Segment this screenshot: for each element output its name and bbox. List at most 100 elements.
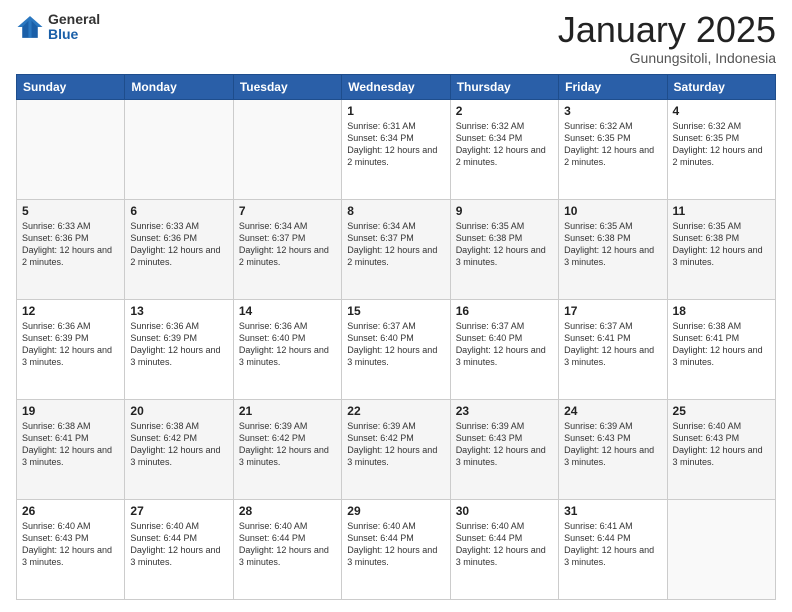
day-info: Sunrise: 6:39 AM Sunset: 6:43 PM Dayligh… [456,420,553,469]
table-row: 24 Sunrise: 6:39 AM Sunset: 6:43 PM Dayli… [559,400,667,500]
day-number: 26 [22,504,119,518]
table-row: 10 Sunrise: 6:35 AM Sunset: 6:38 PM Dayli… [559,200,667,300]
logo-icon [16,13,44,41]
table-row: 13 Sunrise: 6:36 AM Sunset: 6:39 PM Dayli… [125,300,233,400]
table-row [17,100,125,200]
calendar-table: Sunday Monday Tuesday Wednesday Thursday… [16,74,776,600]
col-monday: Monday [125,75,233,100]
day-number: 10 [564,204,661,218]
day-number: 27 [130,504,227,518]
table-row [667,500,775,600]
day-number: 25 [673,404,770,418]
day-info: Sunrise: 6:39 AM Sunset: 6:42 PM Dayligh… [239,420,336,469]
table-row: 30Sunrise: 6:40 AM Sunset: 6:44 PM Dayli… [450,500,558,600]
table-row: 19 Sunrise: 6:38 AM Sunset: 6:41 PM Dayli… [17,400,125,500]
day-number: 1 [347,104,444,118]
table-row: 18 Sunrise: 6:38 AM Sunset: 6:41 PM Dayli… [667,300,775,400]
day-info: Sunrise: 6:40 AM Sunset: 6:44 PM Dayligh… [130,520,227,569]
day-info: Sunrise: 6:34 AM Sunset: 6:37 PM Dayligh… [239,220,336,269]
table-row: 9Sunrise: 6:35 AM Sunset: 6:38 PM Daylig… [450,200,558,300]
table-row: 20Sunrise: 6:38 AM Sunset: 6:42 PM Dayli… [125,400,233,500]
day-info: Sunrise: 6:32 AM Sunset: 6:35 PM Dayligh… [564,120,661,169]
day-info: Sunrise: 6:32 AM Sunset: 6:35 PM Dayligh… [673,120,770,169]
day-number: 24 [564,404,661,418]
table-row: 27 Sunrise: 6:40 AM Sunset: 6:44 PM Dayli… [125,500,233,600]
table-row: 26 Sunrise: 6:40 AM Sunset: 6:43 PM Dayli… [17,500,125,600]
col-tuesday: Tuesday [233,75,341,100]
table-row: 8Sunrise: 6:34 AM Sunset: 6:37 PM Daylig… [342,200,450,300]
logo-general-text: General [48,12,100,27]
day-number: 6 [130,204,227,218]
calendar-week-row: 26 Sunrise: 6:40 AM Sunset: 6:43 PM Dayli… [17,500,776,600]
day-info: Sunrise: 6:40 AM Sunset: 6:43 PM Dayligh… [673,420,770,469]
day-number: 8 [347,204,444,218]
day-number: 2 [456,104,553,118]
day-number: 14 [239,304,336,318]
calendar-week-row: 19 Sunrise: 6:38 AM Sunset: 6:41 PM Dayli… [17,400,776,500]
day-info: Sunrise: 6:39 AM Sunset: 6:43 PM Dayligh… [564,420,661,469]
calendar-header-row: Sunday Monday Tuesday Wednesday Thursday… [17,75,776,100]
day-number: 22 [347,404,444,418]
day-info: Sunrise: 6:33 AM Sunset: 6:36 PM Dayligh… [22,220,119,269]
day-info: Sunrise: 6:38 AM Sunset: 6:41 PM Dayligh… [673,320,770,369]
day-info: Sunrise: 6:40 AM Sunset: 6:44 PM Dayligh… [347,520,444,569]
table-row: 21 Sunrise: 6:39 AM Sunset: 6:42 PM Dayli… [233,400,341,500]
header: General Blue January 2025 Gunungsitoli, … [16,12,776,66]
day-number: 15 [347,304,444,318]
table-row: 28 Sunrise: 6:40 AM Sunset: 6:44 PM Dayli… [233,500,341,600]
day-info: Sunrise: 6:40 AM Sunset: 6:44 PM Dayligh… [239,520,336,569]
day-info: Sunrise: 6:40 AM Sunset: 6:44 PM Dayligh… [456,520,553,569]
table-row: 23 Sunrise: 6:39 AM Sunset: 6:43 PM Dayli… [450,400,558,500]
day-info: Sunrise: 6:35 AM Sunset: 6:38 PM Dayligh… [673,220,770,269]
table-row [125,100,233,200]
logo-text: General Blue [48,12,100,43]
day-number: 18 [673,304,770,318]
day-number: 31 [564,504,661,518]
col-friday: Friday [559,75,667,100]
day-info: Sunrise: 6:31 AM Sunset: 6:34 PM Dayligh… [347,120,444,169]
day-number: 19 [22,404,119,418]
day-info: Sunrise: 6:37 AM Sunset: 6:41 PM Dayligh… [564,320,661,369]
table-row: 4 Sunrise: 6:32 AM Sunset: 6:35 PM Daylig… [667,100,775,200]
day-number: 13 [130,304,227,318]
day-info: Sunrise: 6:41 AM Sunset: 6:44 PM Dayligh… [564,520,661,569]
day-number: 21 [239,404,336,418]
day-info: Sunrise: 6:36 AM Sunset: 6:39 PM Dayligh… [130,320,227,369]
day-info: Sunrise: 6:40 AM Sunset: 6:43 PM Dayligh… [22,520,119,569]
table-row: 6 Sunrise: 6:33 AM Sunset: 6:36 PM Daylig… [125,200,233,300]
day-number: 7 [239,204,336,218]
table-row: 5Sunrise: 6:33 AM Sunset: 6:36 PM Daylig… [17,200,125,300]
day-number: 23 [456,404,553,418]
table-row: 16 Sunrise: 6:37 AM Sunset: 6:40 PM Dayli… [450,300,558,400]
day-number: 17 [564,304,661,318]
day-info: Sunrise: 6:37 AM Sunset: 6:40 PM Dayligh… [456,320,553,369]
day-number: 4 [673,104,770,118]
day-info: Sunrise: 6:33 AM Sunset: 6:36 PM Dayligh… [130,220,227,269]
day-number: 12 [22,304,119,318]
day-number: 11 [673,204,770,218]
col-wednesday: Wednesday [342,75,450,100]
page: General Blue January 2025 Gunungsitoli, … [0,0,792,612]
table-row: 14Sunrise: 6:36 AM Sunset: 6:40 PM Dayli… [233,300,341,400]
table-row: 11 Sunrise: 6:35 AM Sunset: 6:38 PM Dayli… [667,200,775,300]
day-info: Sunrise: 6:39 AM Sunset: 6:42 PM Dayligh… [347,420,444,469]
day-number: 9 [456,204,553,218]
table-row: 12Sunrise: 6:36 AM Sunset: 6:39 PM Dayli… [17,300,125,400]
table-row: 25 Sunrise: 6:40 AM Sunset: 6:43 PM Dayli… [667,400,775,500]
table-row: 2Sunrise: 6:32 AM Sunset: 6:34 PM Daylig… [450,100,558,200]
day-number: 28 [239,504,336,518]
day-number: 20 [130,404,227,418]
col-sunday: Sunday [17,75,125,100]
table-row: 29 Sunrise: 6:40 AM Sunset: 6:44 PM Dayli… [342,500,450,600]
calendar-week-row: 1 Sunrise: 6:31 AM Sunset: 6:34 PM Daylig… [17,100,776,200]
logo: General Blue [16,12,100,43]
table-row: 3Sunrise: 6:32 AM Sunset: 6:35 PM Daylig… [559,100,667,200]
logo-blue-text: Blue [48,27,100,42]
day-number: 16 [456,304,553,318]
day-info: Sunrise: 6:35 AM Sunset: 6:38 PM Dayligh… [564,220,661,269]
calendar-week-row: 5Sunrise: 6:33 AM Sunset: 6:36 PM Daylig… [17,200,776,300]
day-info: Sunrise: 6:38 AM Sunset: 6:41 PM Dayligh… [22,420,119,469]
calendar-week-row: 12 Sunrise: 6:36 AM Sunset: 6:39 PM Dayli… [17,300,776,400]
day-number: 29 [347,504,444,518]
col-saturday: Saturday [667,75,775,100]
